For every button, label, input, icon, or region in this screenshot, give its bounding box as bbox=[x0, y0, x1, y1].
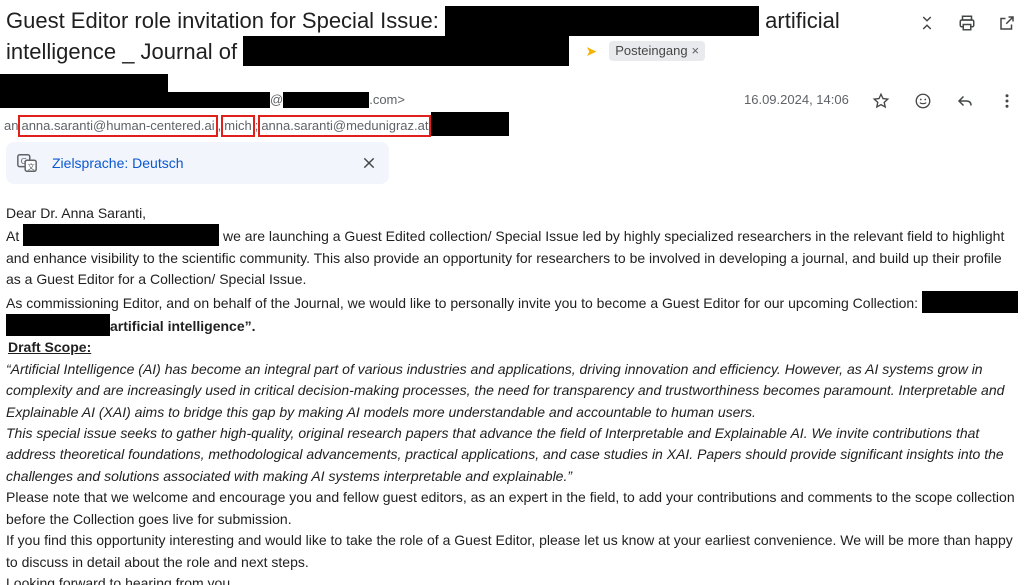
reply-icon[interactable] bbox=[954, 90, 976, 112]
close-icon[interactable] bbox=[359, 153, 379, 173]
translate-bar: G文 Zielsprache: Deutsch bbox=[6, 142, 389, 184]
body-paragraph-2: As commissioning Editor, and on behalf o… bbox=[6, 290, 1020, 338]
scope-title: Draft Scope: bbox=[8, 339, 92, 356]
greeting: Dear Dr. Anna Saranti, bbox=[6, 205, 147, 221]
p1-start: At bbox=[6, 228, 20, 245]
redacted-block bbox=[921, 290, 1018, 313]
print-icon[interactable] bbox=[956, 12, 978, 34]
remove-label-icon[interactable]: × bbox=[692, 43, 700, 58]
body-paragraph-3: Please note that we welcome and encourag… bbox=[6, 489, 1015, 527]
recipient-3-text: anna.saranti@medunigraz.at bbox=[261, 118, 429, 133]
translate-icon: G文 bbox=[16, 152, 38, 174]
redacted-block bbox=[6, 314, 110, 337]
recipient-2: mich bbox=[221, 115, 255, 137]
body-paragraph-5: Looking forward to hearing from you. bbox=[6, 574, 235, 585]
body-paragraph-1: At we are launching a Guest Edited colle… bbox=[6, 224, 1020, 290]
message-actions bbox=[870, 90, 1018, 112]
collapse-all-icon[interactable] bbox=[916, 12, 938, 34]
add-reaction-icon[interactable] bbox=[912, 90, 934, 112]
scope-paragraph-1: “Artificial Intelligence (AI) has become… bbox=[6, 360, 1005, 420]
body-paragraph-4: If you find this opportunity interesting… bbox=[6, 532, 1013, 570]
subject-toolbar bbox=[916, 12, 1018, 34]
label-chip-text: Posteingang bbox=[615, 43, 688, 58]
recipient-1-text: anna.saranti@human-centered.ai bbox=[21, 118, 215, 133]
recipient-2-text: mich bbox=[224, 118, 252, 133]
email-subject: Guest Editor role invitation for Special… bbox=[6, 6, 906, 67]
p2-text: As commissioning Editor, and on behalf o… bbox=[6, 294, 919, 311]
label-chip-inbox[interactable]: Posteingang × bbox=[609, 41, 706, 61]
recipient-1: anna.saranti@human-centered.ai bbox=[18, 115, 218, 137]
redacted-block bbox=[431, 112, 510, 136]
subject-text-part2: artificial bbox=[765, 8, 840, 33]
redacted-block bbox=[0, 92, 270, 108]
translate-target-language[interactable]: Zielsprache: Deutsch bbox=[52, 155, 184, 171]
recipients-prefix: an bbox=[4, 118, 19, 133]
sender-email-suffix: .com> bbox=[369, 92, 405, 107]
star-icon[interactable] bbox=[870, 90, 892, 112]
subject-text-part1: Guest Editor role invitation for Special… bbox=[6, 8, 439, 33]
recipient-3: anna.saranti@medunigraz.at bbox=[258, 115, 432, 137]
recipients-line[interactable]: an anna.saranti@human-centered.ai, mich; an… bbox=[4, 112, 510, 137]
open-in-new-window-icon[interactable] bbox=[996, 12, 1018, 34]
important-marker-icon[interactable]: ➤ bbox=[585, 36, 597, 66]
sender-at: @ bbox=[270, 92, 284, 107]
more-vert-icon[interactable] bbox=[996, 90, 1018, 112]
redacted-block bbox=[243, 36, 570, 66]
subject-text-part3: intelligence _ Journal of bbox=[6, 39, 238, 64]
redacted-block bbox=[445, 6, 760, 36]
sender-line: @ .com> bbox=[0, 92, 405, 108]
redacted-block bbox=[283, 92, 370, 108]
scope-paragraph-2: This special issue seeks to gather high-… bbox=[6, 425, 1004, 484]
svg-text:文: 文 bbox=[27, 162, 35, 171]
p2-collection-name: artificial intelligence”. bbox=[110, 318, 256, 335]
email-body: Dear Dr. Anna Saranti, At we are launchi… bbox=[6, 203, 1020, 585]
redacted-block bbox=[23, 224, 220, 247]
email-date: 16.09.2024, 14:06 bbox=[744, 92, 849, 107]
